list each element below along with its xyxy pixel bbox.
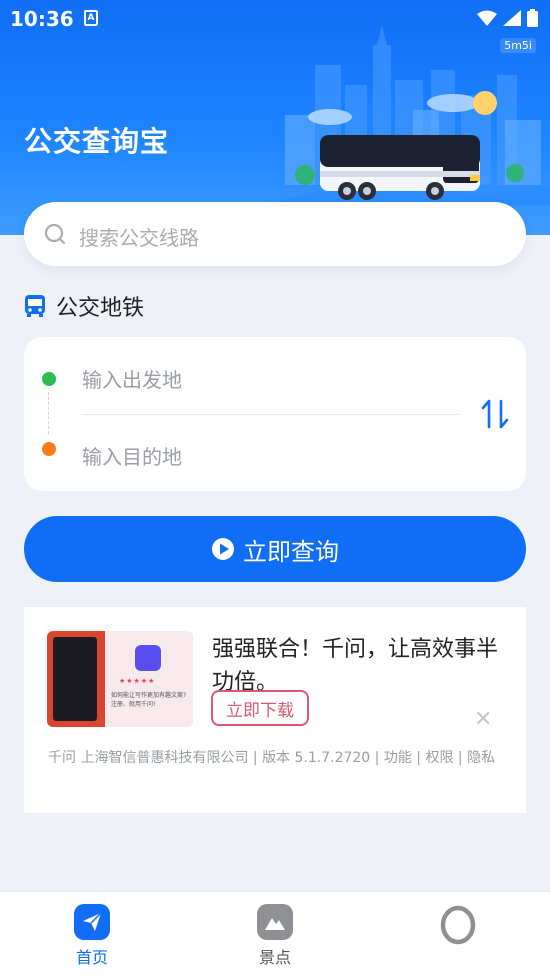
bottom-nav: 首页 景点 (0, 891, 550, 977)
city-bus-illustration (275, 25, 550, 205)
route-divider (82, 414, 460, 415)
ad-card[interactable]: ★★★★★ 如何能让写作更加有趣文案? 注册、就用千问! 强强联合！千问，让高效… (24, 607, 526, 813)
ad-thumb-text: 如何能让写作更加有趣文案? 注册、就用千问! (111, 692, 187, 708)
query-button-label: 立即查询 (243, 537, 339, 566)
search-placeholder: 搜索公交线路 (79, 226, 199, 250)
destination-input[interactable]: 输入目的地 (82, 441, 182, 470)
section-title: 公交地铁 (24, 290, 144, 322)
paper-plane-icon (74, 904, 110, 940)
ad-rating-stars: ★★★★★ (119, 677, 156, 685)
notification-a-icon: A (84, 10, 98, 26)
section-title-label: 公交地铁 (56, 296, 145, 321)
nav-home[interactable]: 首页 (52, 904, 132, 968)
swap-icon[interactable] (479, 397, 511, 431)
search-icon (44, 223, 66, 245)
destination-dot (42, 442, 56, 456)
status-time: 10:36 (10, 7, 74, 31)
mountain-icon (257, 904, 293, 940)
origin-input[interactable]: 输入出发地 (82, 364, 182, 393)
qianwen-logo-icon (135, 645, 161, 671)
app-title: 公交查询宝 (24, 125, 170, 158)
play-icon (212, 538, 234, 560)
ad-phone-image (47, 631, 105, 727)
origin-dot (42, 372, 56, 386)
query-button[interactable]: 立即查询 (24, 516, 526, 582)
signal-icon (503, 10, 521, 26)
route-connector (48, 392, 49, 434)
profile-ring-icon (440, 905, 476, 945)
ad-download-button[interactable]: 立即下载 (211, 690, 309, 726)
wifi-icon (477, 10, 497, 26)
nav-home-label: 首页 (75, 948, 108, 967)
nav-scenic-label: 景点 (258, 948, 291, 967)
ad-meta[interactable]: 千问 上海智信普惠科技有限公司 | 版本 5.1.7.2720 | 功能 | 权… (48, 747, 508, 769)
nav-profile[interactable] (418, 904, 498, 946)
header: 10:36 A 5m5i 公交查询宝 (0, 0, 550, 235)
bus-icon (25, 295, 45, 317)
route-card: 输入出发地 输入目的地 (24, 337, 526, 491)
ad-thumbnail[interactable]: ★★★★★ 如何能让写作更加有趣文案? 注册、就用千问! (47, 631, 193, 727)
search-bar[interactable]: 搜索公交线路 (24, 202, 526, 266)
nav-scenic[interactable]: 景点 (235, 904, 315, 968)
ad-close-icon[interactable]: ✕ (474, 707, 492, 732)
